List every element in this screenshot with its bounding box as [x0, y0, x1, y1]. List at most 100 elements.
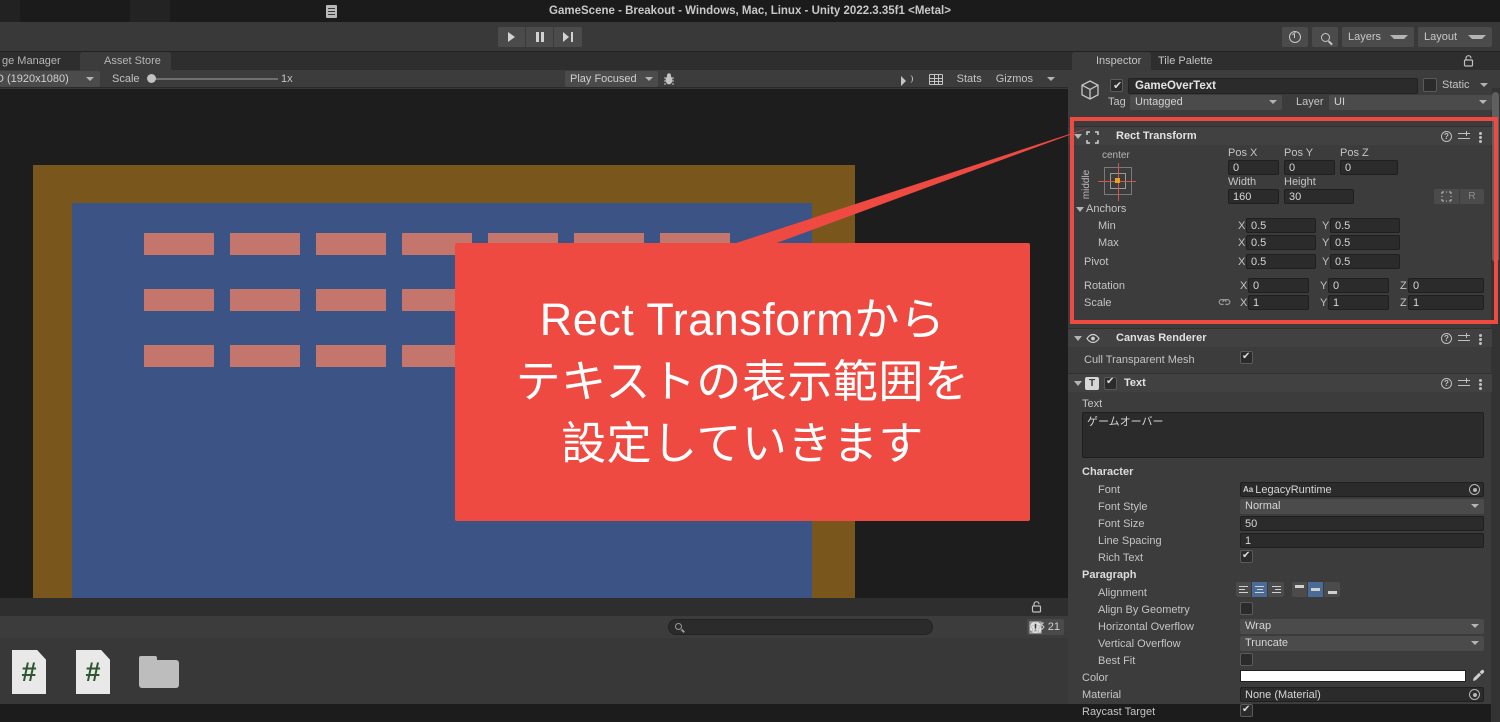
font-object-field[interactable]: Aa LegacyRuntime — [1240, 482, 1484, 497]
rotation-z-field[interactable]: 0 — [1408, 278, 1484, 293]
scale-y-field[interactable]: 1 — [1328, 295, 1389, 310]
preset-icon[interactable] — [1458, 131, 1470, 142]
chevron-down-icon[interactable] — [1074, 134, 1082, 139]
kebab-menu-icon[interactable] — [1479, 379, 1482, 382]
rotation-y-field[interactable]: 0 — [1328, 278, 1389, 293]
raycast-target-checkbox[interactable] — [1240, 704, 1253, 717]
lock-icon[interactable] — [1463, 55, 1474, 67]
help-icon[interactable]: ? — [1441, 378, 1452, 389]
layer-dropdown[interactable]: UI — [1329, 95, 1492, 110]
text-component-header[interactable]: T ✔ Text ? — [1068, 373, 1492, 392]
text-value-textarea[interactable]: ゲームオーバー — [1082, 412, 1484, 458]
rotation-x-field[interactable]: 0 — [1248, 278, 1309, 293]
align-by-geometry-checkbox[interactable] — [1240, 602, 1253, 615]
blueprint-mode-button[interactable] — [1434, 189, 1459, 204]
chevron-down-icon[interactable] — [1074, 381, 1082, 386]
grid-toggle-button[interactable] — [922, 71, 950, 87]
resolution-dropdown[interactable]: D (1920x1080) — [0, 71, 100, 87]
tag-dropdown[interactable]: Untagged — [1130, 95, 1282, 110]
gameobject-name-field[interactable]: GameOverText — [1128, 78, 1418, 94]
lock-icon[interactable] — [1031, 601, 1042, 613]
scale-x-field[interactable]: 1 — [1248, 295, 1309, 310]
vertical-overflow-dropdown[interactable]: Truncate — [1240, 636, 1484, 651]
tab-asset-store[interactable]: Asset Store — [80, 52, 171, 70]
preset-icon[interactable] — [1458, 378, 1470, 389]
preset-icon[interactable] — [1458, 333, 1470, 344]
best-fit-checkbox[interactable] — [1240, 653, 1253, 666]
step-button[interactable] — [554, 27, 582, 47]
chevron-down-icon[interactable] — [1074, 336, 1082, 341]
align-bottom-button[interactable] — [1324, 582, 1340, 597]
pos-z-field[interactable]: 0 — [1340, 160, 1398, 175]
project-asset-grid[interactable]: # # — [0, 638, 1068, 704]
favorites-star-icon[interactable] — [1027, 619, 1045, 635]
font-style-dropdown[interactable]: Normal — [1240, 499, 1484, 514]
align-center-button[interactable] — [1252, 582, 1268, 597]
project-menu-button[interactable] — [1054, 601, 1058, 614]
anchor-preset-widget[interactable]: center middle — [1081, 147, 1148, 209]
text-component-enabled-checkbox[interactable]: ✔ — [1104, 376, 1117, 390]
help-icon[interactable]: ? — [1441, 131, 1452, 142]
pos-y-field[interactable]: 0 — [1284, 160, 1335, 175]
align-left-button[interactable] — [1236, 582, 1252, 597]
scale-z-field[interactable]: 1 — [1408, 295, 1484, 310]
history-button[interactable] — [1282, 27, 1308, 47]
kebab-menu-icon[interactable] — [1479, 132, 1482, 135]
gizmos-button[interactable]: Gizmos — [989, 71, 1040, 87]
folder-icon[interactable] — [139, 656, 179, 688]
anchors-fold-icon[interactable] — [1076, 207, 1084, 212]
align-right-button[interactable] — [1268, 582, 1284, 597]
line-spacing-field[interactable]: 1 — [1240, 533, 1484, 548]
height-field[interactable]: 30 — [1284, 189, 1354, 204]
search-input[interactable] — [668, 619, 933, 635]
align-top-button[interactable] — [1292, 582, 1308, 597]
anchors-max-y-field[interactable]: 0.5 — [1330, 235, 1400, 250]
scale-slider-knob[interactable] — [147, 74, 156, 83]
width-field[interactable]: 160 — [1228, 189, 1279, 204]
horizontal-overflow-dropdown[interactable]: Wrap — [1240, 619, 1484, 634]
layers-dropdown[interactable]: Layers — [1342, 27, 1414, 47]
stats-button[interactable]: Stats — [950, 71, 989, 87]
frame-debugger-icon[interactable] — [662, 72, 676, 86]
anchors-max-x-field[interactable]: 0.5 — [1246, 235, 1316, 250]
align-middle-button[interactable] — [1308, 582, 1324, 597]
static-checkbox[interactable] — [1423, 78, 1437, 92]
font-size-field[interactable]: 50 — [1240, 516, 1484, 531]
layout-dropdown[interactable]: Layout — [1418, 27, 1492, 47]
tab-inspector[interactable]: Inspector — [1072, 52, 1152, 70]
pause-button[interactable] — [526, 27, 554, 47]
pivot-x-field[interactable]: 0.5 — [1246, 254, 1316, 269]
anchors-min-x-field[interactable]: 0.5 — [1246, 218, 1316, 233]
anchors-min-y-field[interactable]: 0.5 — [1330, 218, 1400, 233]
color-swatch-field[interactable] — [1240, 670, 1466, 682]
csharp-script-file[interactable]: # — [12, 650, 46, 694]
game-panel-menu-button[interactable] — [1050, 54, 1060, 68]
inspector-scrollbar-thumb[interactable] — [1492, 92, 1499, 262]
pivot-y-field[interactable]: 0.5 — [1330, 254, 1400, 269]
tab-package-manager[interactable]: ge Manager — [0, 52, 71, 70]
play-mode-dropdown[interactable]: Play Focused — [565, 71, 658, 87]
object-picker-icon[interactable] — [1469, 484, 1480, 495]
rect-transform-header[interactable]: Rect Transform ? — [1068, 126, 1492, 145]
csharp-script-file[interactable]: # — [76, 650, 110, 694]
eyedropper-icon[interactable] — [1472, 669, 1485, 682]
gameobject-enabled-checkbox[interactable]: ✔ — [1110, 79, 1123, 92]
scale-slider[interactable] — [150, 78, 278, 80]
inspector-menu-button[interactable] — [1486, 55, 1490, 68]
material-object-field[interactable]: None (Material) — [1240, 687, 1484, 702]
raw-edit-button[interactable]: R — [1460, 189, 1484, 204]
play-button[interactable] — [498, 27, 526, 47]
object-picker-icon[interactable] — [1469, 689, 1480, 700]
cull-transparent-mesh-checkbox[interactable] — [1240, 351, 1253, 364]
rich-text-checkbox[interactable] — [1240, 550, 1253, 563]
chevron-down-icon[interactable] — [1480, 83, 1488, 87]
gizmos-dropdown-arrow[interactable] — [1040, 71, 1062, 87]
mute-audio-button[interactable] — [894, 71, 922, 87]
pos-x-field[interactable]: 0 — [1228, 160, 1279, 175]
tab-tile-palette[interactable]: Tile Palette — [1148, 52, 1223, 70]
inspector-scrollbar-track[interactable] — [1491, 88, 1500, 722]
scale-link-icon[interactable] — [1218, 297, 1231, 308]
help-icon[interactable]: ? — [1441, 333, 1452, 344]
global-search-button[interactable] — [1312, 27, 1338, 47]
kebab-menu-icon[interactable] — [1479, 334, 1482, 337]
